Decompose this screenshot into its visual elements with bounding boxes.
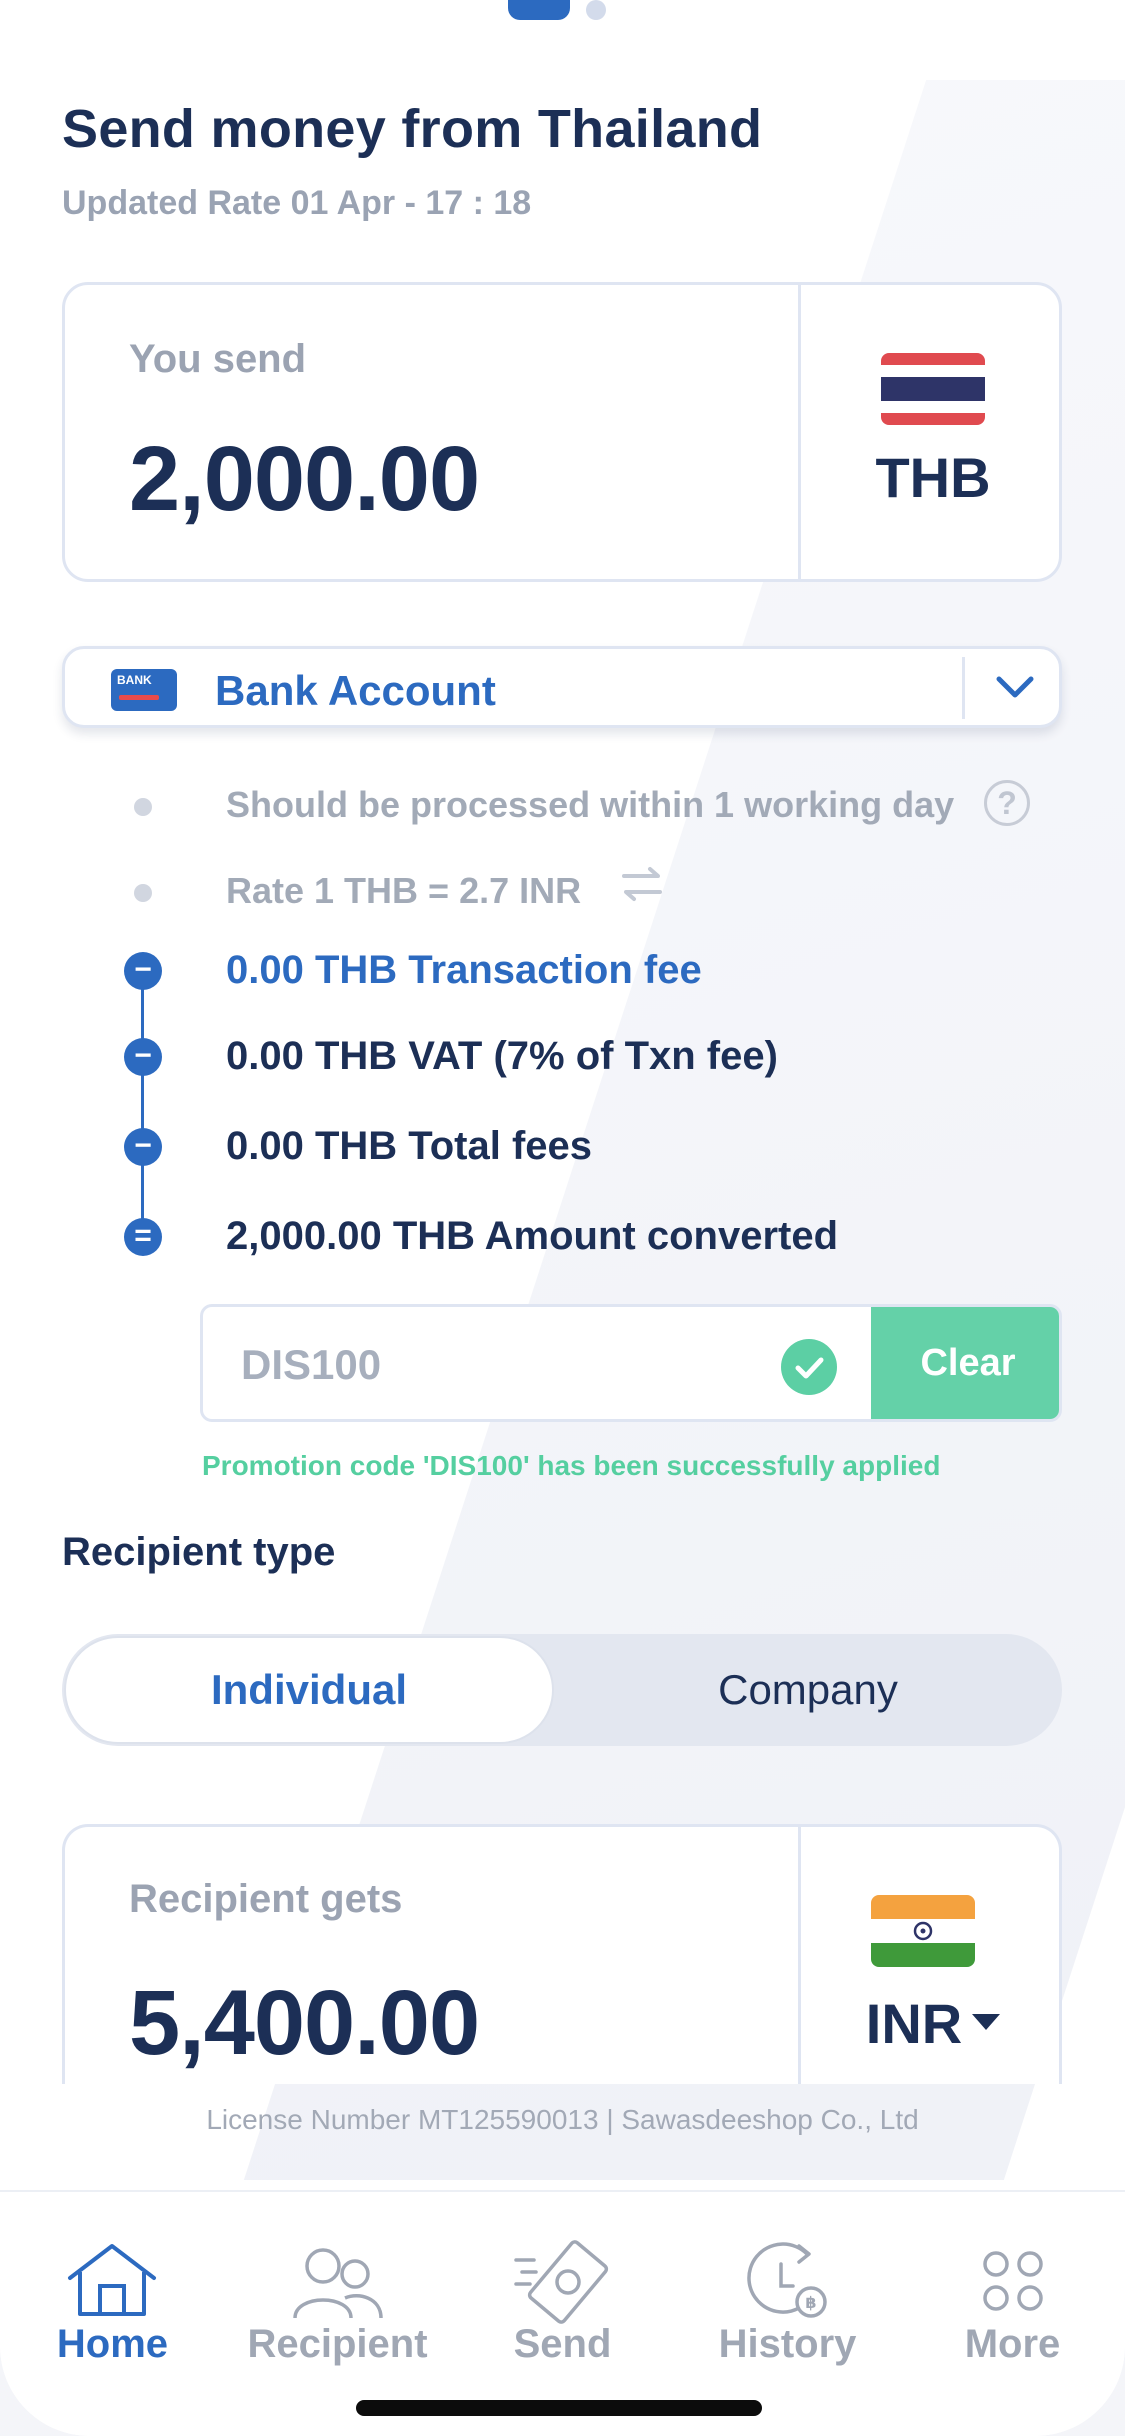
bullet-dot xyxy=(134,884,152,902)
processing-info: Should be processed within 1 working day xyxy=(0,776,1125,836)
receive-currency: INR xyxy=(865,1992,963,2055)
promo-code-input[interactable]: DIS100 xyxy=(241,1341,381,1389)
promo-success-message: Promotion code 'DIS100' has been success… xyxy=(202,1450,941,1481)
page-dot xyxy=(586,0,606,20)
fee-row: − 0.00 THB Total fees xyxy=(0,1118,1125,1178)
send-currency[interactable]: THB xyxy=(801,445,1065,510)
tab-label: Recipient xyxy=(247,2322,428,2366)
payment-method-label: Bank Account xyxy=(215,667,496,714)
recipient-type-heading: Recipient type xyxy=(62,1530,336,1574)
tab-more[interactable]: More xyxy=(900,2192,1125,2392)
help-icon[interactable]: ? xyxy=(984,780,1030,826)
receive-label: Recipient gets xyxy=(129,1877,403,1921)
select-divider xyxy=(962,657,965,719)
money-icon xyxy=(512,2236,612,2326)
page-dot-active xyxy=(508,0,570,20)
total-fees-text: 0.00 THB Total fees xyxy=(226,1124,593,1168)
chevron-down-icon[interactable] xyxy=(985,659,1045,715)
rate-updated-text: Updated Rate 01 Apr - 17 : 18 xyxy=(62,184,532,222)
rate-info: Rate 1 THB = 2.7 INR xyxy=(0,862,1125,922)
tab-label: Send xyxy=(513,2322,612,2366)
send-amount-card[interactable]: You send 2,000.00 THB xyxy=(62,282,1062,582)
tab-label: History xyxy=(718,2322,857,2366)
individual-option[interactable]: Individual xyxy=(64,1636,554,1744)
promo-code-field[interactable]: DIS100 Clear xyxy=(200,1304,1062,1422)
equals-icon: = xyxy=(124,1218,162,1256)
home-indicator[interactable] xyxy=(356,2400,762,2416)
india-flag-icon xyxy=(871,1895,975,1967)
grid-icon xyxy=(962,2236,1062,2326)
send-label: You send xyxy=(129,337,307,381)
license-text: License Number MT125590013 | Sawasdeesho… xyxy=(206,2104,919,2135)
history-icon: ฿ xyxy=(737,2236,837,2326)
payment-method-select[interactable]: BANK Bank Account xyxy=(62,646,1062,728)
minus-icon: − xyxy=(124,952,162,990)
tab-home[interactable]: Home xyxy=(0,2192,225,2392)
tab-history[interactable]: ฿ History xyxy=(675,2192,900,2392)
users-icon xyxy=(287,2236,387,2326)
fee-row: − 0.00 THB Transaction fee xyxy=(0,942,1125,1002)
processing-text: Should be processed within 1 working day xyxy=(226,784,955,825)
company-option[interactable]: Company xyxy=(554,1634,1062,1746)
page-indicator xyxy=(0,0,1125,24)
thailand-flag-icon xyxy=(881,353,985,425)
bank-card-icon: BANK xyxy=(111,669,177,711)
tab-send[interactable]: Send xyxy=(450,2192,675,2392)
minus-icon: − xyxy=(124,1038,162,1076)
rate-text: Rate 1 THB = 2.7 INR xyxy=(226,870,582,911)
vat-fee-text: 0.00 THB VAT (7% of Txn fee) xyxy=(226,1034,778,1078)
home-icon xyxy=(62,2236,162,2326)
fee-row: = 2,000.00 THB Amount converted xyxy=(0,1208,1125,1268)
check-circle-icon xyxy=(781,1339,837,1395)
tab-recipient[interactable]: Recipient xyxy=(225,2192,450,2392)
screen: Send money from Thailand Updated Rate 01… xyxy=(0,0,1125,2436)
clear-button[interactable]: Clear xyxy=(871,1307,1059,1419)
page-title: Send money from Thailand xyxy=(62,99,763,159)
fee-timeline-line xyxy=(141,970,144,1240)
caret-down-icon xyxy=(972,2014,1001,2031)
send-amount[interactable]: 2,000.00 xyxy=(129,427,480,532)
svg-text:฿: ฿ xyxy=(805,2293,816,2312)
transaction-fee-text: 0.00 THB Transaction fee xyxy=(226,948,702,992)
recipient-type-toggle: Individual Company xyxy=(62,1634,1062,1746)
amount-converted-text: 2,000.00 THB Amount converted xyxy=(226,1214,839,1258)
receive-amount-card[interactable]: Recipient gets 5,400.00 INR xyxy=(62,1824,1062,2084)
minus-icon: − xyxy=(124,1128,162,1166)
swap-icon[interactable] xyxy=(620,866,664,902)
tab-label: Home xyxy=(56,2322,169,2366)
card-divider xyxy=(798,285,801,579)
tab-label: More xyxy=(964,2322,1061,2366)
fee-row: − 0.00 THB VAT (7% of Txn fee) xyxy=(0,1028,1125,1088)
receive-currency-select[interactable]: INR xyxy=(801,1991,1065,2056)
receive-amount[interactable]: 5,400.00 xyxy=(129,1971,480,2076)
bullet-dot xyxy=(134,798,152,816)
